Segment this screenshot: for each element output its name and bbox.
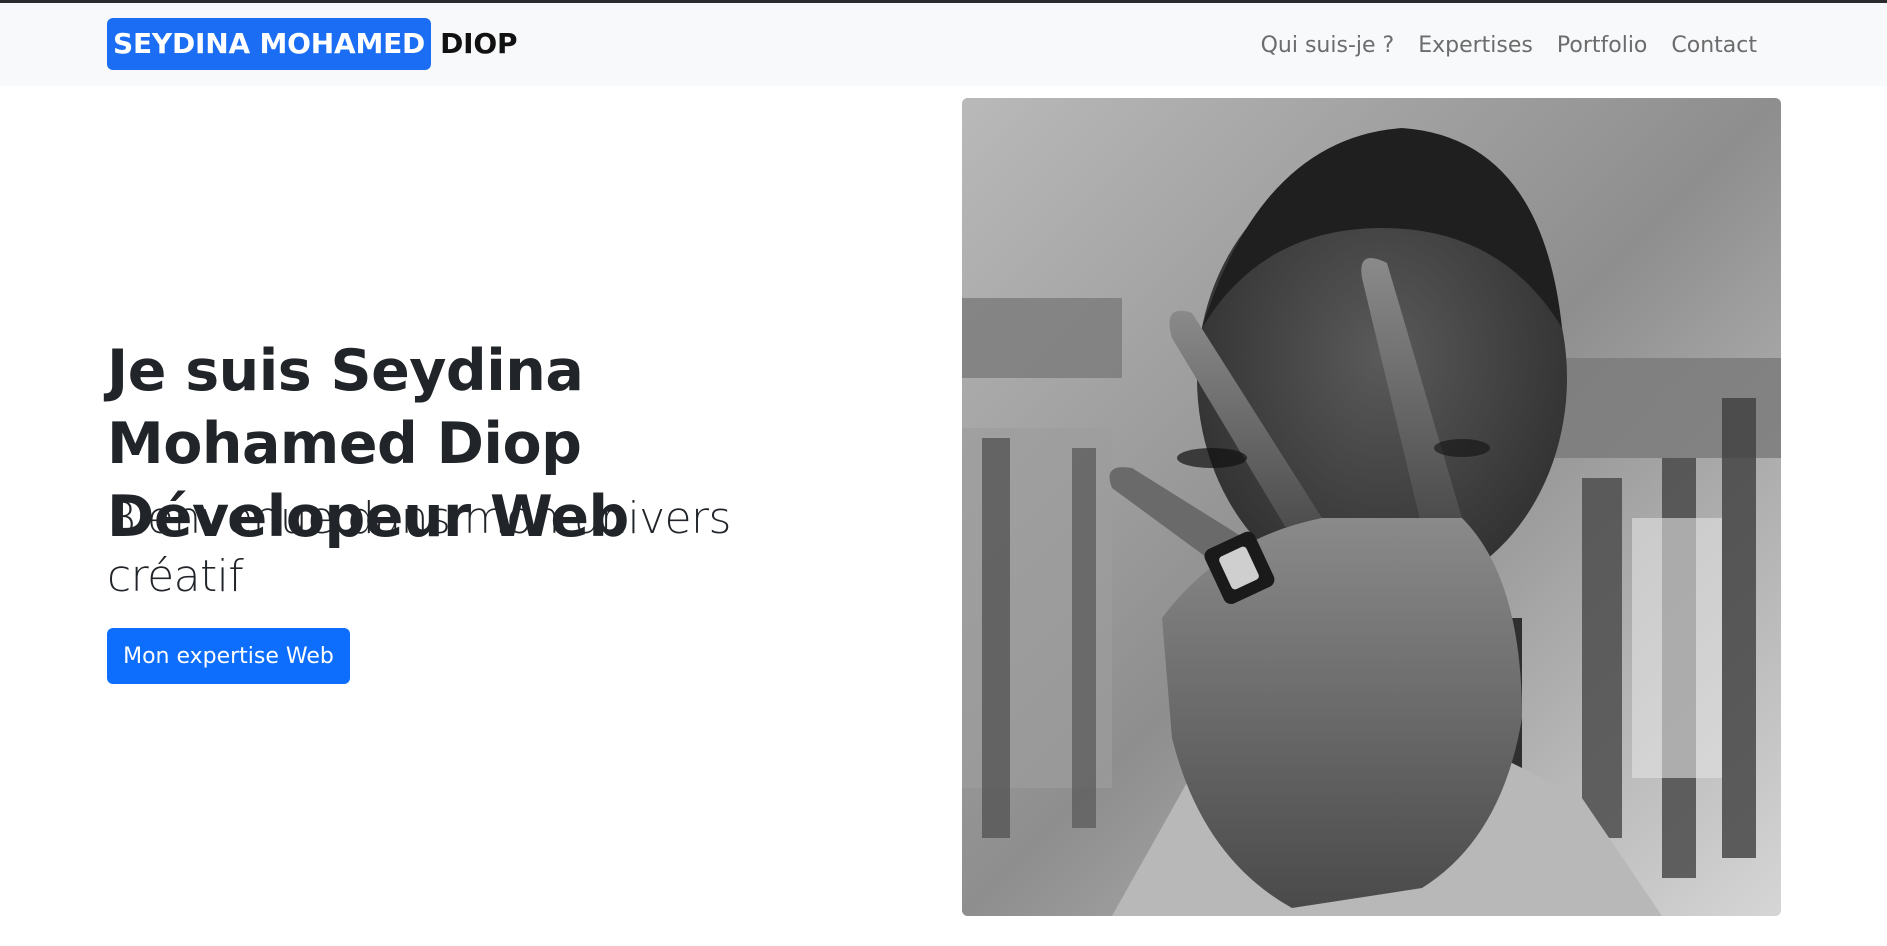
nav-link-about[interactable]: Qui suis-je ? — [1249, 33, 1407, 58]
expertise-button[interactable]: Mon expertise Web — [107, 628, 350, 684]
nav-link-contact[interactable]: Contact — [1659, 33, 1769, 58]
hero-subtitle: Bienvenue dans mon univers créatif — [107, 493, 731, 602]
profile-photo — [962, 98, 1781, 916]
brand-logo[interactable]: SEYDINA MOHAMED DIOP — [107, 18, 517, 70]
nav-link-expertises[interactable]: Expertises — [1406, 33, 1545, 58]
profile-photo-image — [962, 98, 1781, 916]
brand-surname: DIOP — [440, 27, 518, 60]
brand-highlight: SEYDINA MOHAMED — [107, 18, 432, 70]
nav-link-portfolio[interactable]: Portfolio — [1545, 33, 1660, 58]
navbar: SEYDINA MOHAMED DIOP Qui suis-je ? Exper… — [0, 3, 1887, 86]
nav-links: Qui suis-je ? Expertises Portfolio Conta… — [1249, 23, 1769, 67]
